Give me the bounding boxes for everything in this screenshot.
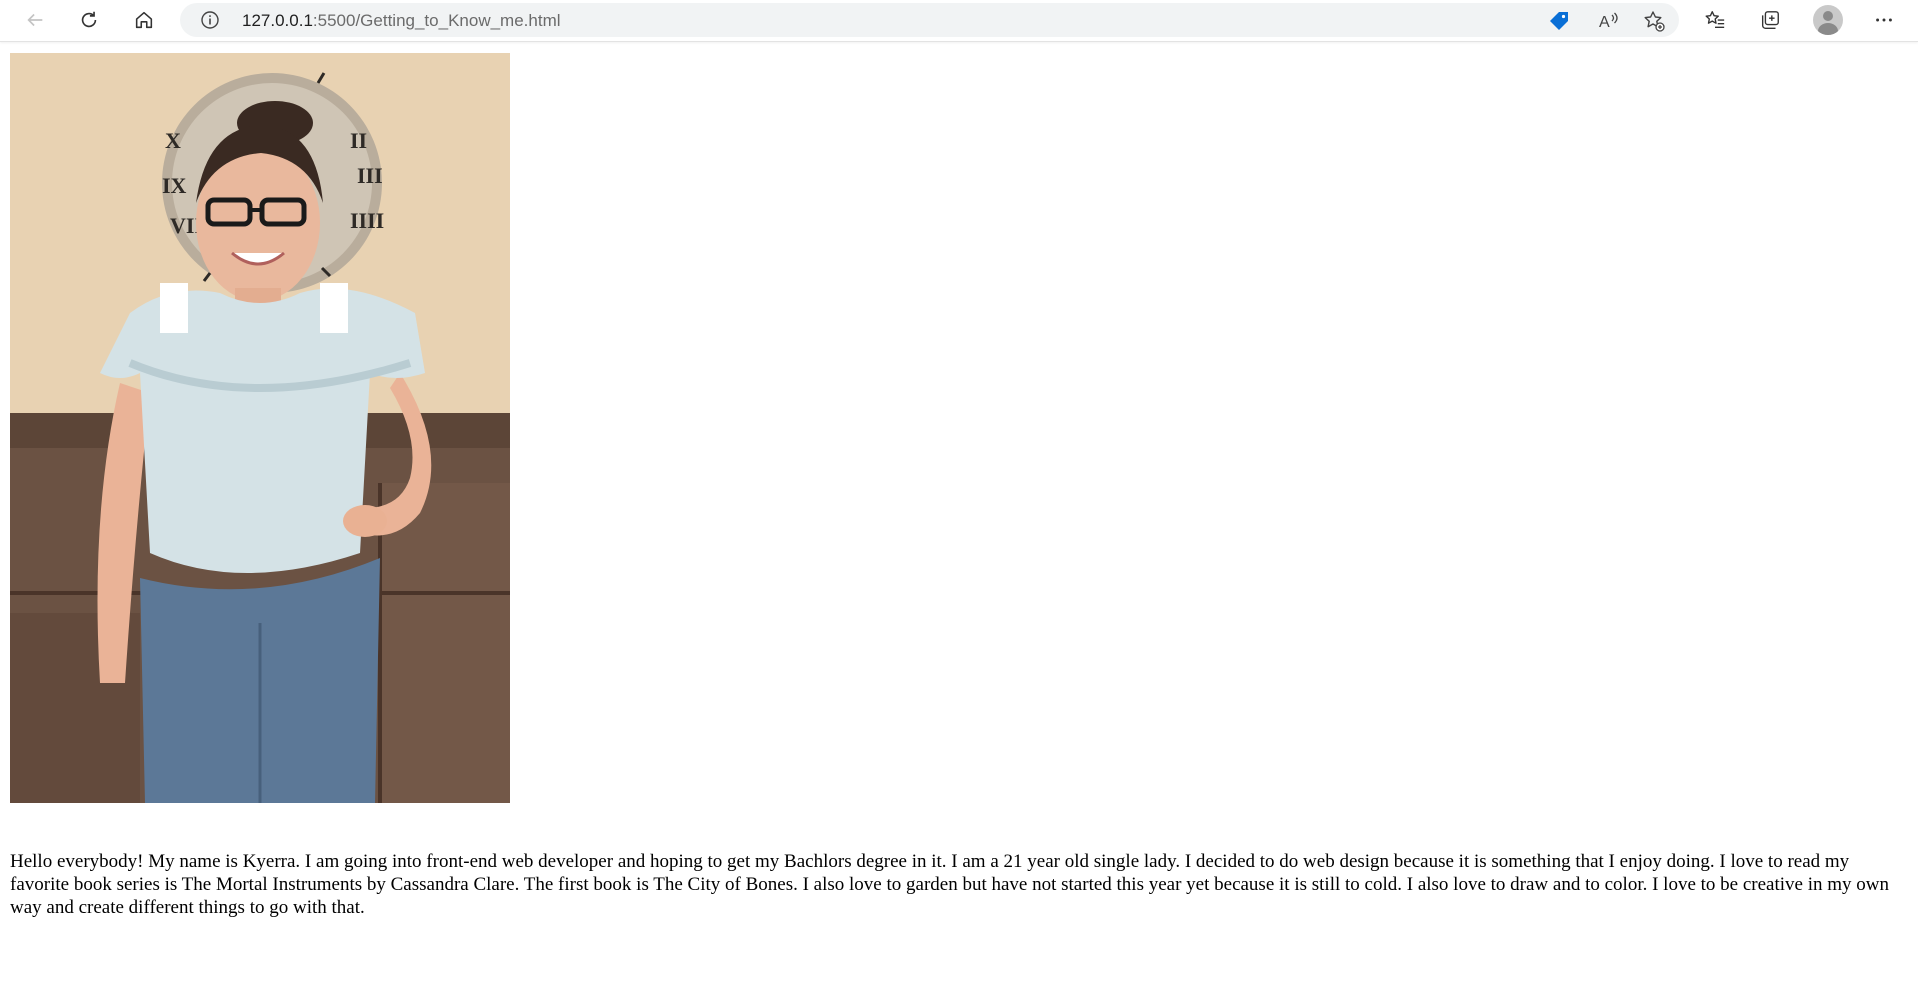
url-path: :5500/Getting_to_Know_me.html bbox=[312, 11, 561, 30]
address-bar[interactable]: 127.0.0.1:5500/Getting_to_Know_me.html A bbox=[180, 3, 1679, 37]
browser-toolbar: 127.0.0.1:5500/Getting_to_Know_me.html A bbox=[0, 0, 1918, 42]
profile-icon[interactable] bbox=[1813, 5, 1843, 35]
home-icon[interactable] bbox=[126, 3, 162, 37]
svg-text:III: III bbox=[357, 163, 383, 188]
back-icon[interactable] bbox=[17, 3, 53, 37]
more-icon[interactable] bbox=[1866, 3, 1902, 37]
svg-text:X: X bbox=[165, 128, 181, 153]
profile-photo: II III IIII X IX VIII bbox=[10, 53, 510, 803]
svg-text:IX: IX bbox=[162, 173, 187, 198]
favorites-icon[interactable] bbox=[1697, 3, 1733, 37]
intro-paragraph: Hello everybody! My name is Kyerra. I am… bbox=[10, 851, 1889, 918]
refresh-icon[interactable] bbox=[71, 3, 107, 37]
tag-icon[interactable] bbox=[1547, 9, 1571, 33]
read-aloud-icon[interactable]: A bbox=[1597, 9, 1621, 33]
url-text: 127.0.0.1:5500/Getting_to_Know_me.html bbox=[242, 11, 561, 31]
info-icon[interactable] bbox=[200, 10, 220, 30]
svg-text:II: II bbox=[350, 128, 367, 153]
add-favorite-icon[interactable] bbox=[1642, 9, 1666, 33]
svg-text:IIII: IIII bbox=[350, 208, 384, 233]
svg-text:A: A bbox=[1599, 14, 1610, 31]
collections-icon[interactable] bbox=[1752, 3, 1788, 37]
url-host: 127.0.0.1 bbox=[242, 11, 313, 30]
